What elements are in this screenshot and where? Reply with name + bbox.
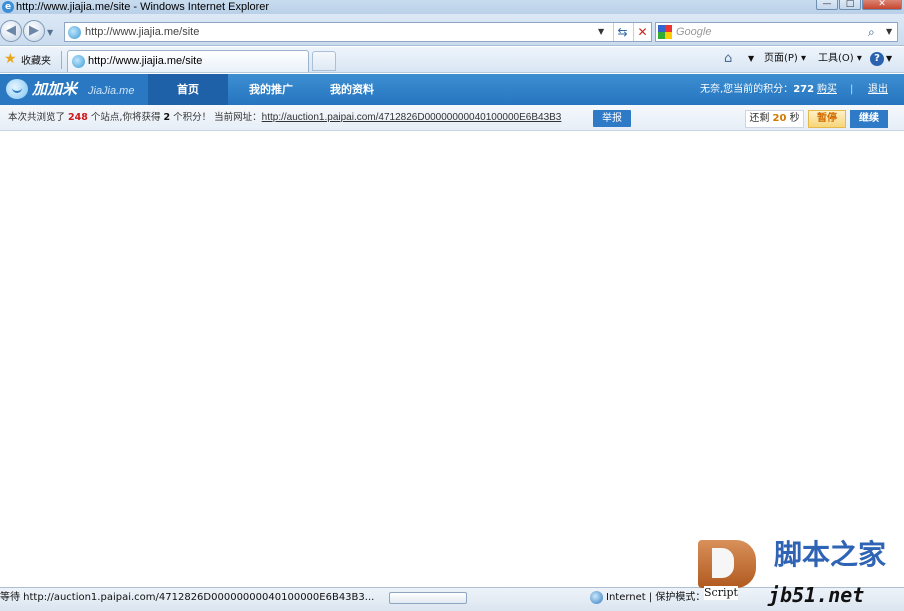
summary-text-3: 个积分！ 当前网址： xyxy=(173,112,262,123)
countdown-unit: 秒 xyxy=(789,113,800,124)
maximize-button[interactable]: □ xyxy=(839,0,861,10)
watermark-logo: Script xyxy=(698,540,756,600)
summary-text-1: 本次共浏览了 xyxy=(8,112,66,123)
nav-home[interactable]: 首页 xyxy=(148,74,228,105)
address-toolbar: ◀ ▶ ▼ http://www.jiajia.me/site ▼ ⇆ ✕ Go… xyxy=(0,14,904,46)
points-prefix: 无奈,您当前的积分： xyxy=(700,84,794,95)
home-icon[interactable]: ⌂ xyxy=(724,50,732,68)
site-logo[interactable]: 加加米 JiaJia.me xyxy=(0,74,148,105)
window-title-bar: e http://www.jiajia.me/site - Windows In… xyxy=(0,0,904,14)
forward-button[interactable]: ▶ xyxy=(23,20,45,42)
summary-text-2: 个站点,你将获得 xyxy=(90,112,161,123)
search-placeholder[interactable]: Google xyxy=(676,23,711,41)
address-input[interactable]: http://www.jiajia.me/site ▼ ⇆ ✕ xyxy=(64,22,652,42)
continue-button[interactable]: 继续 xyxy=(850,110,888,128)
close-button[interactable]: ✕ xyxy=(862,0,902,10)
logo-bubble-icon xyxy=(6,79,28,99)
sites-count: 248 xyxy=(68,112,88,123)
page-menu[interactable]: 页面(P) ▾ xyxy=(764,50,806,68)
points-display: 无奈,您当前的积分：272 xyxy=(700,74,814,105)
tab-label[interactable]: http://www.jiajia.me/site xyxy=(88,51,202,71)
new-tab-button[interactable] xyxy=(312,51,336,71)
watermark-site-name: 脚本之家 xyxy=(774,538,887,571)
favorites-star-icon[interactable]: ★ xyxy=(4,51,17,67)
security-zone-text[interactable]: Internet | 保护模式： xyxy=(606,588,705,608)
watermark-domain: jb51.net xyxy=(768,583,865,607)
home-dropdown-icon[interactable]: ▼ xyxy=(748,50,754,68)
countdown-value: 20 xyxy=(772,113,787,124)
watermark-jb-icon xyxy=(698,540,756,588)
minimize-button[interactable]: — xyxy=(816,0,838,10)
favorites-toolbar: ★ 收藏夹 http://www.jiajia.me/site ⌂ ▼ 页面(P… xyxy=(0,47,904,73)
search-icon[interactable]: ⌕ xyxy=(868,23,875,41)
current-url-link[interactable]: http://auction1.paipai.com/4712826D00000… xyxy=(262,112,562,123)
points-value: 272 xyxy=(793,84,815,95)
watermark-script-label: Script xyxy=(704,586,738,600)
help-dropdown-icon[interactable]: ▼ xyxy=(886,50,892,68)
search-options-icon[interactable]: ▼ xyxy=(886,23,892,41)
address-dropdown-icon[interactable]: ▼ xyxy=(598,23,608,41)
browse-summary: 本次共浏览了 248 个站点,你将获得 2 个积分！ 当前网址：http://a… xyxy=(8,105,561,131)
site-nav-bar: 加加米 JiaJia.me 首页 我的推广 我的资料 无奈,您当前的积分：272… xyxy=(0,74,904,105)
tab-favicon-icon xyxy=(72,55,85,68)
search-input[interactable]: Google ⌕ ▼ xyxy=(655,22,898,42)
loading-progress-bar xyxy=(389,592,467,604)
countdown-timer: 还剩 20 秒 xyxy=(745,110,804,128)
favorites-button[interactable]: 收藏夹 xyxy=(21,52,51,67)
refresh-icon[interactable]: ⇆ xyxy=(613,23,631,41)
countdown-prefix: 还剩 xyxy=(749,113,770,124)
help-icon[interactable]: ? xyxy=(870,52,884,66)
logout-link[interactable]: 退出 xyxy=(868,74,888,105)
stop-icon[interactable]: ✕ xyxy=(633,23,651,41)
buy-points-link[interactable]: 购买 xyxy=(817,74,837,105)
google-logo-icon xyxy=(658,25,672,39)
report-button[interactable]: 举报 xyxy=(593,110,631,127)
tools-menu[interactable]: 工具(O) ▾ xyxy=(818,50,862,68)
address-url[interactable]: http://www.jiajia.me/site xyxy=(85,23,199,41)
back-button[interactable]: ◀ xyxy=(0,20,22,42)
logo-en-text: JiaJia.me xyxy=(88,85,135,97)
site-favicon-icon xyxy=(68,26,81,39)
history-dropdown-icon[interactable]: ▼ xyxy=(47,28,53,37)
window-controls: — □ ✕ xyxy=(815,0,902,10)
pause-button[interactable]: 暂停 xyxy=(808,110,846,128)
points-earned: 2 xyxy=(163,112,171,123)
page-content-area[interactable] xyxy=(0,132,904,587)
internet-zone-icon xyxy=(590,591,603,604)
status-text: 等待 http://auction1.paipai.com/4712826D00… xyxy=(0,592,375,603)
window-title: http://www.jiajia.me/site - Windows Inte… xyxy=(16,1,270,13)
ie-logo-icon: e xyxy=(2,1,14,13)
toolbar-divider xyxy=(61,51,62,69)
browse-info-bar: 本次共浏览了 248 个站点,你将获得 2 个积分！ 当前网址：http://a… xyxy=(0,105,904,131)
logo-cn-text: 加加米 xyxy=(32,80,78,98)
nav-divider: | xyxy=(850,84,854,95)
nav-my-profile[interactable]: 我的资料 xyxy=(312,74,392,105)
browser-tab[interactable]: http://www.jiajia.me/site xyxy=(67,50,309,72)
nav-my-promotion[interactable]: 我的推广 xyxy=(232,74,310,105)
